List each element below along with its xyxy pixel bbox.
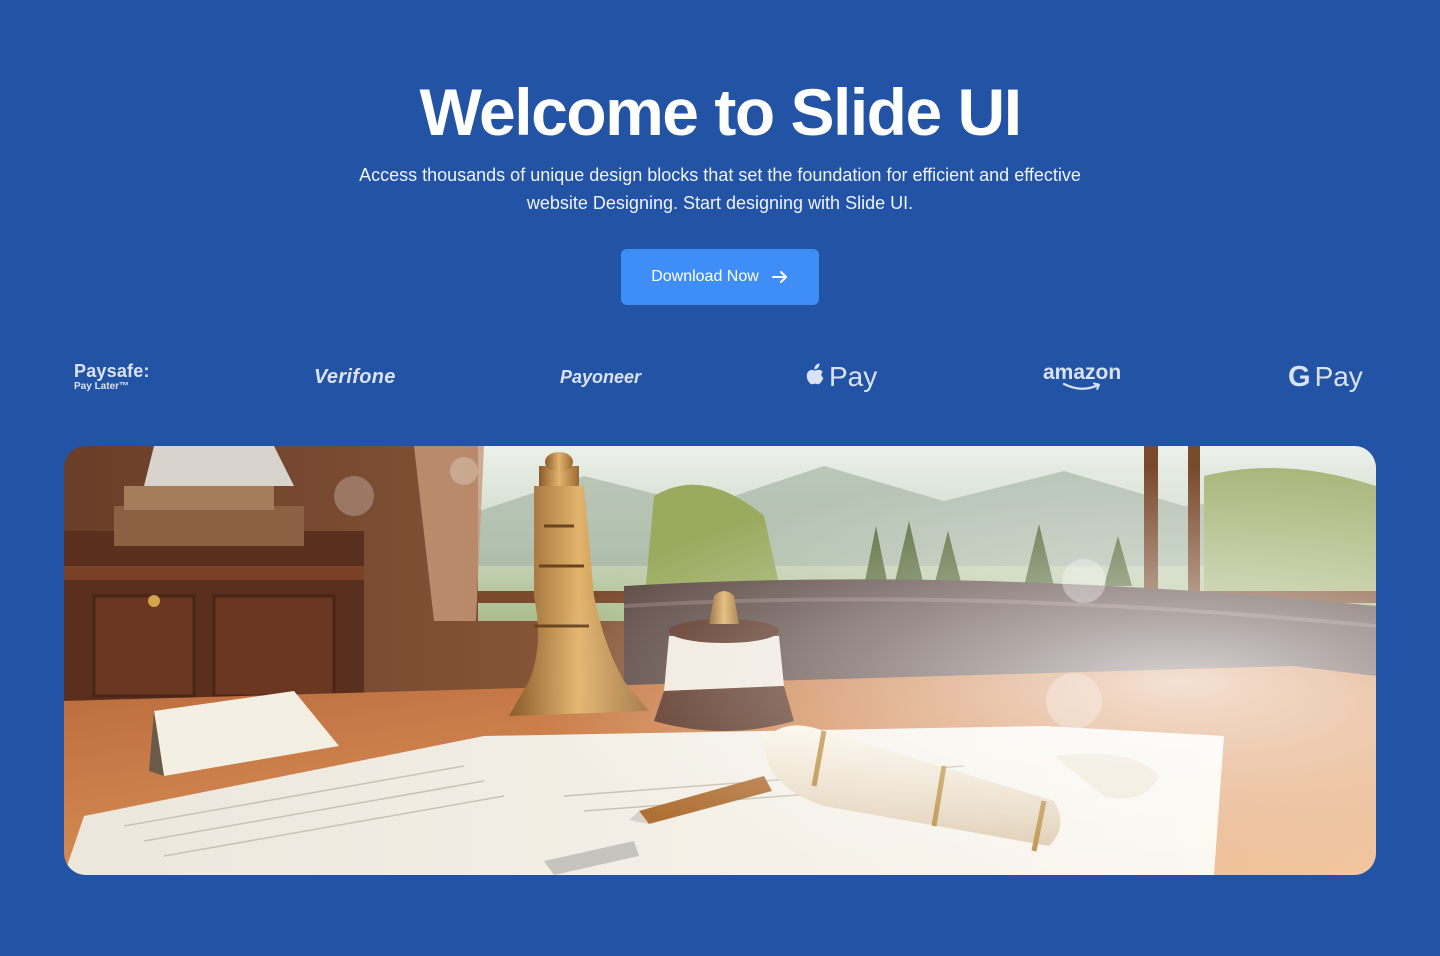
- google-pay-logo-text: Pay: [1314, 361, 1363, 392]
- hero-title: Welcome to Slide UI: [419, 75, 1022, 149]
- google-g-icon: G: [1288, 360, 1311, 393]
- apple-pay-logo-text: Pay: [829, 361, 878, 392]
- hero-image: [64, 446, 1376, 875]
- paysafe-logo-text: Paysafe:: [74, 360, 150, 381]
- hero-subtitle: Access thousands of unique design blocks…: [359, 165, 1081, 213]
- partner-logo-strip: Paysafe: Pay Later™ Verifone Payoneer Pa…: [64, 352, 1376, 402]
- apple-pay-logo: Pay: [805, 352, 877, 402]
- verifone-logo: Verifone: [314, 365, 396, 388]
- payoneer-logo: Payoneer: [560, 366, 642, 387]
- apple-icon: [806, 363, 824, 385]
- paysafe-logo-subtext: Pay Later™: [74, 380, 130, 392]
- paysafe-logo: Paysafe: Pay Later™: [74, 352, 150, 402]
- download-now-label: Download Now: [651, 268, 759, 285]
- google-pay-logo: G Pay: [1288, 352, 1363, 402]
- amazon-logo: amazon: [1043, 352, 1121, 402]
- download-now-button[interactable]: Download Now: [621, 249, 819, 305]
- arrow-right-icon: [771, 271, 787, 283]
- amazon-logo-text: amazon: [1043, 361, 1122, 384]
- amazon-smile-icon: [1062, 382, 1101, 390]
